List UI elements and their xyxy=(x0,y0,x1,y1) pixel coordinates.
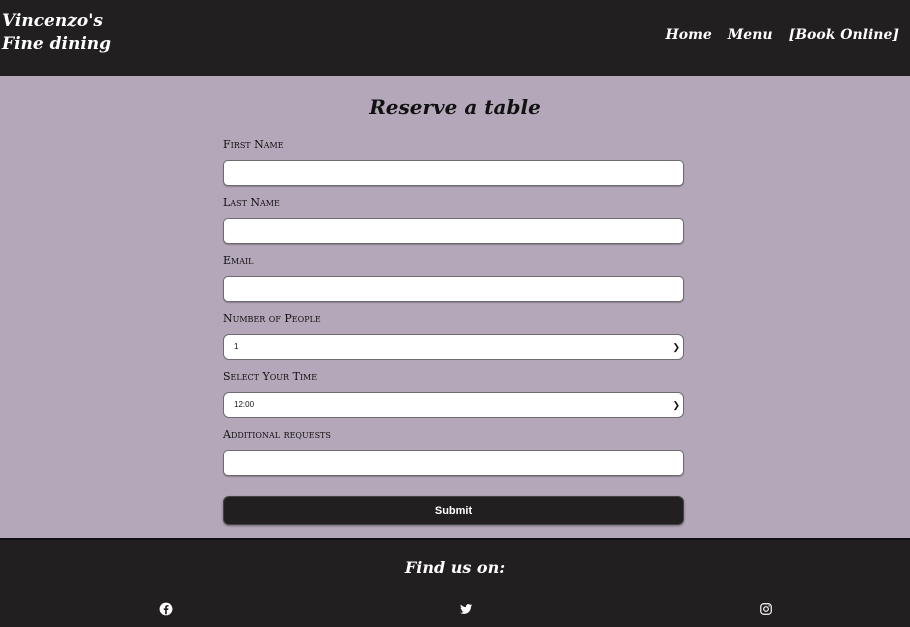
brand-line-2: Fine dining xyxy=(2,34,112,54)
main-nav: Home Menu Book Online xyxy=(666,26,900,44)
requests-input[interactable] xyxy=(223,450,684,476)
first-name-label: First Name xyxy=(223,138,284,151)
nav-book-online-link[interactable]: Book Online xyxy=(789,26,899,44)
email-label: Email xyxy=(223,254,254,267)
last-name-input[interactable] xyxy=(223,218,684,244)
site-footer: Find us on: xyxy=(0,538,910,627)
time-select-value: 12:00 xyxy=(234,400,255,409)
reservation-section: Reserve a table First Name Last Name Ema… xyxy=(0,76,910,538)
people-label: Number of People xyxy=(223,312,321,325)
requests-label: Additional requests xyxy=(223,428,331,441)
time-select[interactable]: 12:00 ❯ xyxy=(223,392,684,418)
submit-button[interactable]: Submit xyxy=(223,496,684,525)
people-select-value: 1 xyxy=(234,342,239,351)
chevron-down-icon: ❯ xyxy=(672,342,680,352)
first-name-input[interactable] xyxy=(223,160,684,186)
nav-home-link[interactable]: Home xyxy=(666,26,712,44)
nav-menu-link[interactable]: Menu xyxy=(728,26,773,44)
instagram-icon[interactable] xyxy=(759,602,773,616)
twitter-icon[interactable] xyxy=(459,602,473,616)
email-input[interactable] xyxy=(223,276,684,302)
page-title: Reserve a table xyxy=(369,95,541,119)
brand-line-1: Vincenzo's xyxy=(2,11,104,31)
time-label: Select Your Time xyxy=(223,370,318,383)
reservation-form: First Name Last Name Email Number of Peo… xyxy=(223,138,684,525)
chevron-down-icon: ❯ xyxy=(672,400,680,410)
find-us-heading: Find us on: xyxy=(404,558,506,577)
brand-logo[interactable]: Vincenzo's Fine dining xyxy=(2,10,111,56)
last-name-label: Last Name xyxy=(223,196,280,209)
facebook-icon[interactable] xyxy=(159,602,173,616)
site-header: Vincenzo's Fine dining Home Menu Book On… xyxy=(0,0,910,76)
people-select[interactable]: 1 ❯ xyxy=(223,334,684,360)
